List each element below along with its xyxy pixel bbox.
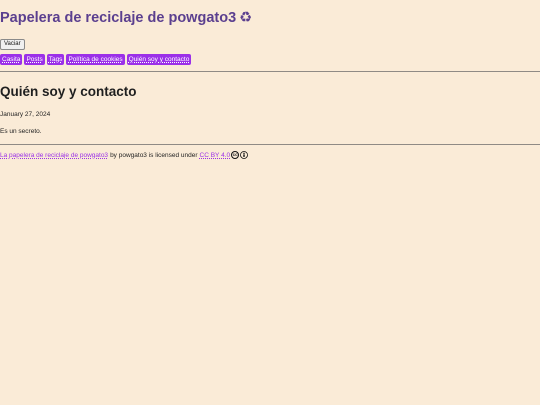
footer: La papelera de reciclaje de powgato3 by …: [0, 151, 249, 159]
footer-license-link[interactable]: CC BY 4.0: [200, 152, 231, 159]
post-body: Es un secreto.: [0, 128, 42, 135]
cc-icon: cc: [231, 151, 240, 159]
nav-item-cookies[interactable]: Política de cookies: [66, 54, 125, 65]
recycle-icon: ♻: [239, 10, 253, 26]
header-divider: [0, 71, 540, 72]
footer-license-text: by powgato3 is licensed under: [110, 151, 198, 159]
main-nav: Casita Posts Tags Política de cookies Qu…: [0, 54, 192, 65]
by-attribution-icon: [240, 151, 249, 159]
site-title-text: Papelera de reciclaje de powgato3: [0, 10, 237, 26]
page: Papelera de reciclaje de powgato3 ♻ Vacia…: [0, 0, 540, 405]
post-title: Quién soy y contacto: [0, 84, 137, 99]
empty-button[interactable]: Vaciar: [0, 39, 25, 50]
post-date: January 27, 2024: [0, 111, 51, 118]
nav-item-about[interactable]: Quién soy y contacto: [126, 54, 192, 65]
site-title[interactable]: Papelera de reciclaje de powgato3 ♻: [0, 10, 252, 26]
footer-site-link[interactable]: La papelera de reciclaje de powgato3: [0, 152, 108, 159]
nav-item-tags[interactable]: Tags: [46, 54, 65, 65]
nav-item-casita[interactable]: Casita: [0, 54, 23, 65]
footer-divider: [0, 144, 540, 145]
nav-item-posts[interactable]: Posts: [24, 54, 45, 65]
